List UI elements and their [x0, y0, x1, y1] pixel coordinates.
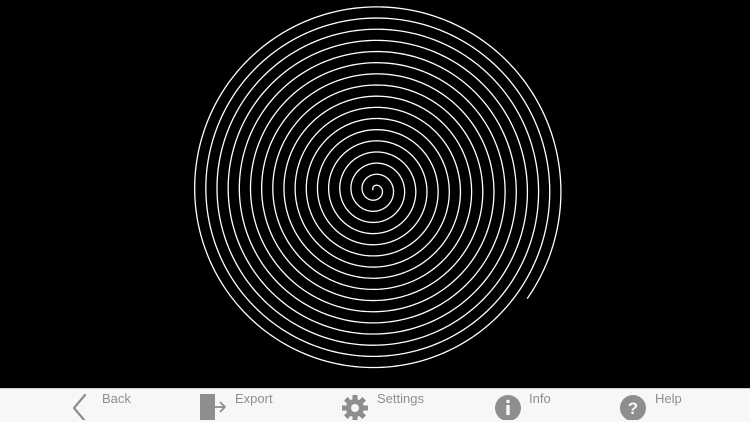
info-button[interactable]: Info — [493, 389, 563, 422]
info-icon — [495, 395, 521, 420]
export-icon — [200, 394, 226, 420]
gear-icon — [342, 395, 368, 420]
svg-text:?: ? — [628, 399, 638, 418]
chevron-left-icon — [72, 393, 87, 420]
spiral-drawing — [194, 6, 562, 369]
export-label: Export — [235, 391, 273, 406]
spiral-curve — [194, 6, 562, 369]
settings-button[interactable]: Settings — [340, 389, 440, 422]
bottom-toolbar: Back Export Settings Info ? Help — [0, 388, 750, 422]
help-button[interactable]: ? Help — [618, 389, 698, 422]
app-window: Back Export Settings Info ? Help — [0, 0, 750, 422]
export-button[interactable]: Export — [198, 389, 288, 422]
help-icon: ? — [620, 395, 646, 420]
back-label: Back — [102, 391, 131, 406]
help-label: Help — [655, 391, 682, 406]
spiral-canvas[interactable] — [0, 0, 750, 388]
back-button[interactable]: Back — [66, 389, 146, 422]
settings-label: Settings — [377, 391, 424, 406]
info-label: Info — [529, 391, 551, 406]
